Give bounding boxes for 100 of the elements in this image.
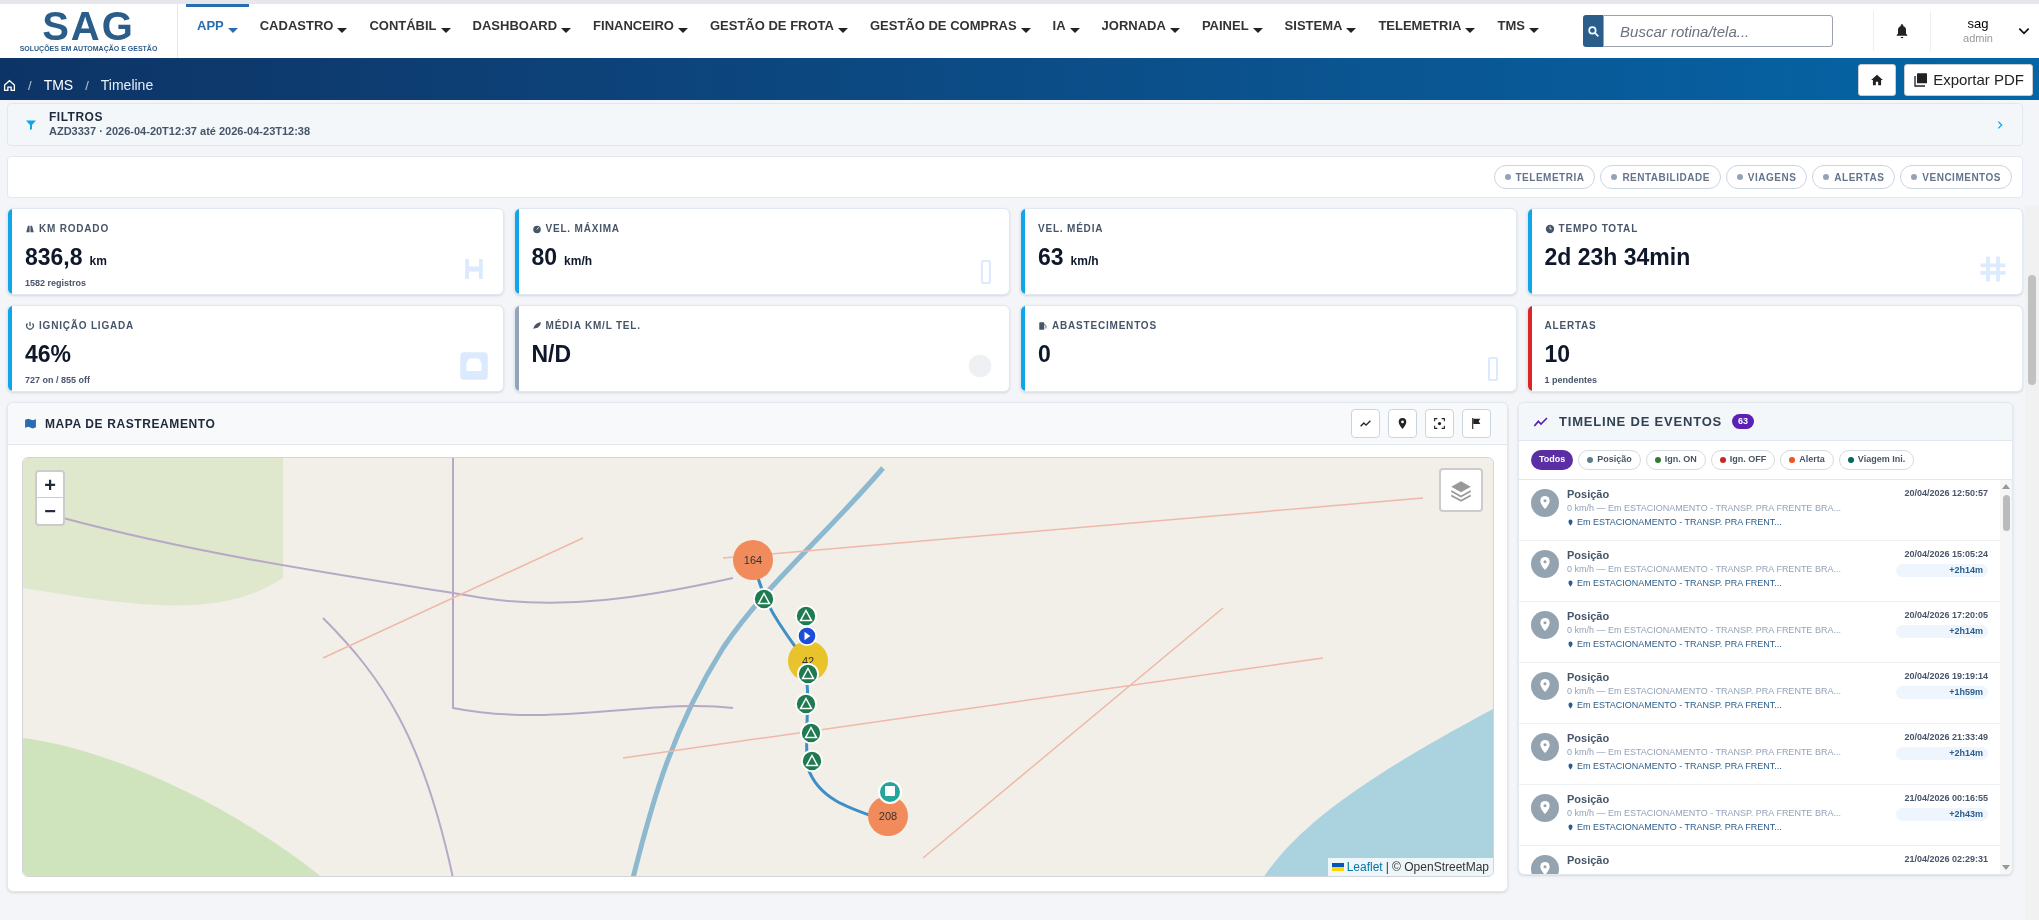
flag-icon: [1470, 417, 1483, 430]
nav-menu-item[interactable]: SISTEMA: [1273, 4, 1368, 58]
map-icon: [24, 417, 37, 430]
kpi-value: 80: [531, 243, 558, 272]
nav-menu-item[interactable]: GESTÃO DE COMPRAS: [858, 4, 1042, 58]
kpi-value: 0: [1038, 340, 1051, 369]
event-filter-chip[interactable]: Ign. OFF: [1710, 450, 1776, 470]
nav-menu-item[interactable]: GESTÃO DE FROTA: [698, 4, 859, 58]
scrollbar[interactable]: [2000, 480, 2012, 874]
kpi-background-icon: [1978, 254, 2008, 284]
event-row[interactable]: Posição 21/04/2026 02:29:31: [1519, 846, 2000, 874]
caret-icon: [677, 28, 688, 33]
map-pin-icon: [1531, 489, 1559, 517]
zoom-in-button[interactable]: +: [37, 472, 63, 498]
kpi-background-icon: [1487, 357, 1498, 381]
breadcrumb-link[interactable]: TMS: [43, 75, 74, 96]
event-title: Posição: [1567, 792, 1611, 806]
layers-button[interactable]: [1439, 468, 1483, 512]
caret-icon: [837, 28, 848, 33]
map-tool-button[interactable]: [1462, 409, 1491, 438]
kpi-unit: km: [89, 253, 107, 270]
zoom-out-button[interactable]: −: [37, 498, 63, 524]
event-detail: 0 km/h — Em ESTACIONAMENTO - TRANSP. PRA FRENTE BRA...: [1567, 502, 1842, 515]
kpi-note: 1582 registros: [25, 276, 88, 290]
event-row[interactable]: Posição 0 km/h — Em ESTACIONAMENTO - TRANSP. PRA FRENTE BRA... Em ESTACIONAMENTO - TRANSP. PRA FRENT... 20/04/2026 17:20:05 +2h14m: [1519, 602, 2000, 663]
time-delta-badge: +1h59m: [1896, 685, 1988, 699]
kpi-value: 46%: [25, 340, 72, 369]
notifications-button[interactable]: [1873, 11, 1932, 51]
filters-title: FILTROS: [49, 110, 104, 126]
event-time: 20/04/2026 21:33:49: [1904, 731, 1988, 744]
page-scrollbar[interactable]: [2025, 205, 2039, 920]
warning-marker-icon: [801, 750, 823, 772]
event-time: 20/04/2026 17:20:05: [1904, 609, 1988, 622]
nav-menu-item[interactable]: JORNADA: [1090, 4, 1191, 58]
nav-menu-item[interactable]: DASHBOARD: [461, 4, 583, 58]
map-tool-button[interactable]: [1425, 409, 1454, 438]
kpi-icon: [531, 320, 542, 331]
search-button[interactable]: [1583, 15, 1604, 47]
search-field[interactable]: Buscar rotina/tela...: [1603, 15, 1834, 47]
caret-icon: [1020, 28, 1031, 33]
chevron-right-icon: [1995, 119, 2005, 130]
event-filter-chip[interactable]: Viagem Ini.: [1838, 450, 1915, 470]
event-row[interactable]: Posição 0 km/h — Em ESTACIONAMENTO - TRANSP. PRA FRENTE BRA... Em ESTACIONAMENTO - TRANSP. PRA FRENT... 20/04/2026 12:50:57: [1519, 480, 2000, 541]
filters-summary: AZD3337 · 2026-04-20T12:37 até 2026-04-23T12:38: [49, 125, 312, 139]
kpi-icon: [1038, 320, 1048, 331]
kpi-icon: [25, 223, 35, 234]
event-row[interactable]: Posição 0 km/h — Em ESTACIONAMENTO - TRANSP. PRA FRENTE BRA... Em ESTACIONAMENTO - TRANSP. PRA FRENT... 20/04/2026 15:05:24 +2h14m: [1519, 541, 2000, 602]
logo-text: SAG: [42, 7, 135, 44]
caret-icon: [1346, 28, 1357, 33]
event-time: 20/04/2026 12:50:57: [1904, 487, 1988, 500]
leaflet-link[interactable]: Leaflet: [1346, 858, 1383, 876]
map-pin-icon: [1531, 550, 1559, 578]
event-title: Posição: [1567, 548, 1611, 562]
export-pdf-button[interactable]: Exportar PDF: [1904, 64, 2033, 96]
focus-icon: [1433, 417, 1446, 430]
nav-menu-item[interactable]: FINANCEIRO: [582, 4, 699, 58]
nav-menu-item[interactable]: TMS: [1486, 4, 1550, 58]
map-pin-icon: [1531, 672, 1559, 700]
event-title: Posição: [1567, 853, 1611, 867]
user-role: admin: [1963, 32, 1993, 46]
map-title: MAPA DE RASTREAMENTO: [45, 415, 217, 433]
kpi-unit: km/h: [564, 253, 593, 270]
event-detail: 0 km/h — Em ESTACIONAMENTO - TRANSP. PRA FRENTE BRA...: [1567, 563, 1842, 576]
event-title: Posição: [1567, 487, 1611, 501]
home-link[interactable]: [3, 79, 16, 92]
caret-icon: [561, 28, 572, 33]
kpi-label: KM RODADO: [39, 222, 109, 236]
event-filter-chip[interactable]: Ign. ON: [1645, 450, 1706, 470]
event-row[interactable]: Posição 0 km/h — Em ESTACIONAMENTO - TRANSP. PRA FRENTE BRA... Em ESTACIONAMENTO - TRANSP. PRA FRENT... 20/04/2026 19:19:14 +1h59m: [1519, 663, 2000, 724]
event-row[interactable]: Posição 0 km/h — Em ESTACIONAMENTO - TRANSP. PRA FRENTE BRA... Em ESTACIONAMENTO - TRANSP. PRA FRENT... 20/04/2026 21:33:49 +2h14m: [1519, 724, 2000, 785]
event-row[interactable]: Posição 0 km/h — Em ESTACIONAMENTO - TRANSP. PRA FRENTE BRA... Em ESTACIONAMENTO - TRANSP. PRA FRENT... 21/04/2026 00:16:55 +2h43m: [1519, 785, 2000, 846]
nav-menu-item[interactable]: PAINEL: [1190, 4, 1274, 58]
user-name: sag: [1967, 16, 1989, 33]
warning-marker-icon: [795, 605, 817, 627]
nav-menu-item[interactable]: CADASTRO: [248, 4, 359, 58]
caret-icon: [1069, 28, 1080, 33]
event-filter-chip[interactable]: Alerta: [1780, 450, 1834, 470]
kpi-value: 2d 23h 34min: [1544, 243, 1691, 272]
play-marker-icon: [797, 626, 817, 646]
location-pin-icon: [1567, 762, 1574, 770]
kpi-background-icon: [981, 260, 991, 284]
map-attribution: | © OpenStreetMap: [1385, 859, 1489, 876]
event-filter-chip[interactable]: Todos: [1531, 450, 1574, 470]
event-title: Posição: [1567, 670, 1611, 684]
time-delta-badge: +2h14m: [1896, 563, 1988, 577]
nav-menu-item[interactable]: TELEMETRIA: [1367, 4, 1487, 58]
nav-menu-item[interactable]: IA: [1041, 4, 1091, 58]
warning-marker-icon: [795, 693, 817, 715]
map-tool-button[interactable]: [1388, 409, 1417, 438]
warning-marker-icon: [797, 663, 819, 685]
home-button[interactable]: [1858, 64, 1897, 96]
home-icon: [3, 79, 16, 92]
map-pin-icon: [1531, 733, 1559, 761]
kpi-background-icon: [458, 351, 489, 381]
search-icon: [1586, 24, 1600, 38]
event-filter-chip[interactable]: Posição: [1578, 450, 1641, 470]
timeline-title: TIMELINE DE EVENTOS: [1559, 412, 1723, 431]
filters-bar[interactable]: FILTROS AZD3337 · 2026-04-20T12:37 até 2026-04-23T12:38: [7, 103, 2023, 146]
nav-menu-item[interactable]: CONTÁBIL: [358, 4, 462, 58]
kpi-label: ALERTAS: [1544, 319, 1597, 333]
